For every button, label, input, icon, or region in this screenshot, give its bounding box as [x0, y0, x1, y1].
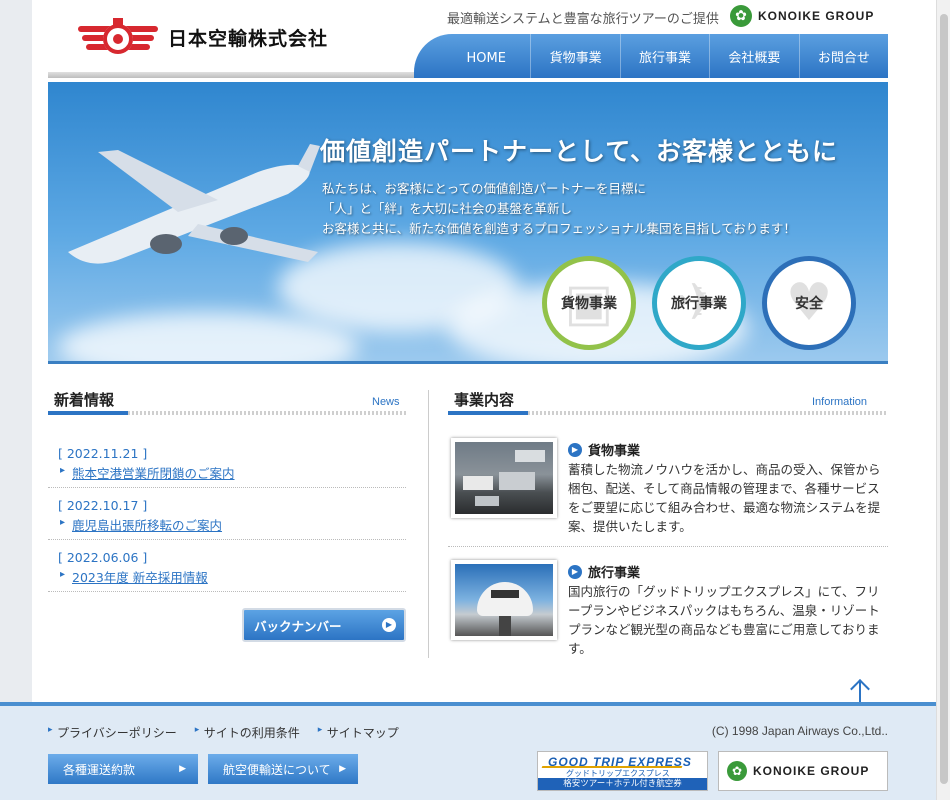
nav-company[interactable]: 会社概要 [710, 34, 800, 78]
arrow-circle-icon: ▶ [568, 564, 582, 579]
privacy-policy-link[interactable]: プライバシーポリシー [48, 724, 177, 741]
arrow-right-icon: ▶ [179, 764, 186, 774]
page-top-arrow-icon[interactable] [846, 676, 874, 704]
hero-cargo-button[interactable]: ▣ 貨物事業 [542, 256, 636, 350]
news-item: [ 2022.06.06 ] 2023年度 新卒採用情報 [58, 550, 408, 586]
footer: プライバシーポリシー サイトの利用条件 サイトマップ (C) 1998 Japa… [0, 702, 936, 800]
news-date: [ 2022.06.06 ] [58, 550, 148, 565]
news-item: [ 2022.11.21 ] 熊本空港営業所閉鎖のご案内 [58, 446, 408, 482]
konoike-group-banner[interactable]: ✿ KONOIKE GROUP [718, 751, 888, 791]
news-title-bar [48, 411, 406, 415]
nav-contact[interactable]: お問合せ [800, 34, 888, 78]
cargo-description: 蓄積した物流ノウハウを活かし、商品の受入、保管から梱包、配送、そして商品情報の管… [568, 462, 881, 534]
news-link[interactable]: 熊本空港営業所閉鎖のご案内 [58, 463, 408, 482]
news-date: [ 2022.10.17 ] [58, 498, 148, 513]
konoike-leaf-icon: ✿ [730, 5, 752, 27]
divider [48, 487, 406, 488]
news-link[interactable]: 2023年度 新卒採用情報 [58, 567, 408, 586]
nav-travel[interactable]: 旅行事業 [621, 34, 711, 78]
backnumber-button[interactable]: バックナンバー ▶ [242, 608, 406, 642]
sitemap-link[interactable]: サイトマップ [318, 724, 399, 741]
tagline: 最適輸送システムと豊富な旅行ツアーのご提供 [447, 12, 719, 27]
hero-safety-button[interactable]: ♥ 安全 [762, 256, 856, 350]
good-trip-express-banner[interactable]: GOOD TRIP EXPRESS グッドトリップエクスプレス 格安ツアー＋ホテ… [537, 751, 708, 791]
business-title-bar [448, 411, 888, 415]
divider [48, 591, 406, 592]
air-transport-button[interactable]: 航空便輸送について ▶ [208, 754, 358, 784]
business-title-en: Information [812, 396, 868, 408]
scrollbar-thumb[interactable] [940, 14, 948, 784]
hero-travel-button[interactable]: ✈ 旅行事業 [652, 256, 746, 350]
hero-banner: 価値創造パートナーとして、お客様とともに 私たちは、お客様にとっての価値創造パー… [48, 82, 888, 364]
arrow-circle-icon: ▶ [568, 442, 582, 457]
company-logo[interactable]: 日本空輸株式会社 [78, 18, 328, 56]
column-divider [428, 390, 429, 658]
hero-lead: 私たちは、お客様にとっての価値創造パートナーを目標に 「人」と「絆」を大切に社会… [322, 181, 796, 236]
travel-photo[interactable] [451, 560, 557, 640]
news-date: [ 2022.11.21 ] [58, 446, 148, 461]
cargo-title[interactable]: ▶ 貨物事業 [568, 440, 640, 459]
travel-description: 国内旅行の「グッドトリップエクスプレス」にて、フリープランやビジネスパックはもち… [568, 584, 880, 656]
konoike-group-logo[interactable]: ✿ KONOIKE GROUP [730, 5, 874, 27]
copyright: (C) 1998 Japan Airways Co.,Ltd.. [711, 724, 888, 738]
konoike-leaf-icon: ✿ [727, 761, 747, 781]
travel-title[interactable]: ▶ 旅行事業 [568, 562, 640, 581]
nav-home[interactable]: HOME [442, 34, 532, 78]
airplane-icon [68, 144, 320, 264]
page: 日本空輸株式会社 最適輸送システムと豊富な旅行ツアーのご提供 ✿ KONOIKE… [32, 0, 936, 800]
divider [48, 539, 406, 540]
scrollbar[interactable] [936, 0, 950, 800]
news-title-en: News [372, 396, 400, 408]
arrow-right-icon: ▶ [382, 618, 396, 632]
transport-terms-button[interactable]: 各種運送約款 ▶ [48, 754, 198, 784]
terms-link[interactable]: サイトの利用条件 [195, 724, 300, 741]
footer-links: プライバシーポリシー サイトの利用条件 サイトマップ [48, 724, 417, 741]
news-title: 新着情報 [54, 391, 115, 409]
arrow-right-icon: ▶ [339, 764, 346, 774]
nav-cargo[interactable]: 貨物事業 [531, 34, 621, 78]
news-item: [ 2022.10.17 ] 鹿児島出張所移転のご案内 [58, 498, 408, 534]
business-title: 事業内容 [454, 391, 515, 409]
cargo-photo[interactable] [451, 438, 557, 518]
company-name: 日本空輸株式会社 [168, 27, 329, 50]
header-rule [48, 72, 414, 78]
hero-headline: 価値創造パートナーとして、お客様とともに [320, 137, 839, 166]
divider [448, 546, 888, 547]
news-link[interactable]: 鹿児島出張所移転のご案内 [58, 515, 408, 534]
company-emblem-icon [78, 18, 158, 54]
global-nav: HOME 貨物事業 旅行事業 会社概要 お問合せ [414, 34, 888, 78]
